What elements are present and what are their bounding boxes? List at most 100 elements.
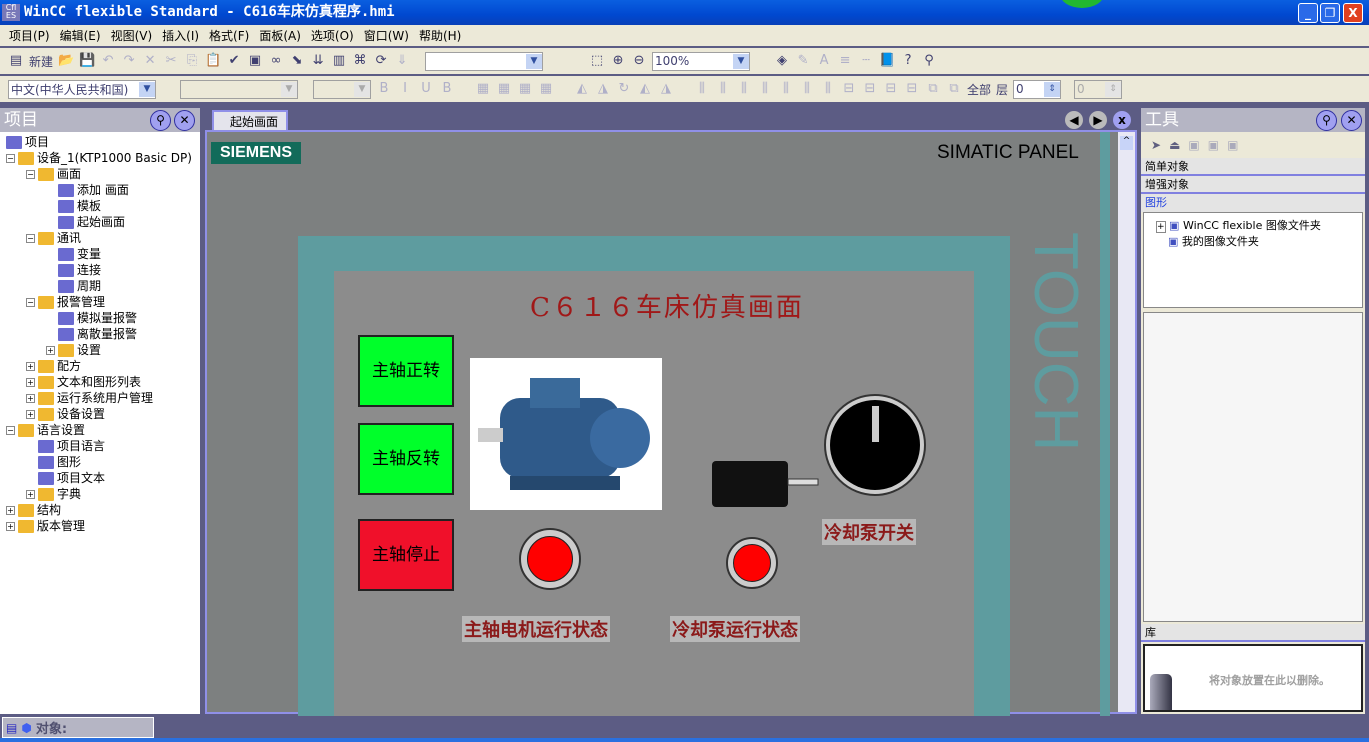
distribute-icon[interactable]: ⫼ xyxy=(715,81,731,97)
bold-icon[interactable]: B xyxy=(376,81,392,97)
zoom-in-icon[interactable]: ⊕ xyxy=(610,53,626,69)
pump-switch-knob[interactable] xyxy=(824,394,926,496)
redo-icon[interactable]: ↷ xyxy=(121,53,137,69)
font-size-select[interactable]: ▼ xyxy=(313,79,371,99)
expand-toggle-icon[interactable]: + xyxy=(26,409,35,419)
new-button[interactable]: 新建 xyxy=(29,53,53,70)
tree-item[interactable]: + 结构 xyxy=(0,502,200,518)
menu-help[interactable]: 帮助(H) xyxy=(414,27,466,44)
expand-toggle-icon[interactable]: − xyxy=(26,169,35,179)
context-help-icon[interactable]: ⚲ xyxy=(921,53,937,69)
all-layers-button[interactable]: 全部 xyxy=(967,81,991,98)
close-tab-icon[interactable]: x xyxy=(1113,111,1131,129)
language-select[interactable]: 中文(中华人民共和国) ▼ xyxy=(8,79,156,99)
distribute-icon[interactable]: ⫼ xyxy=(820,81,836,97)
tab-start-screen[interactable]: 起始画面 xyxy=(212,110,288,132)
layer-spinner-2[interactable]: 0 ⇕ xyxy=(1074,79,1123,99)
check-icon[interactable]: ✔ xyxy=(226,53,242,69)
strike-icon[interactable]: B xyxy=(439,81,455,97)
tree-item[interactable]: 项目语言 xyxy=(0,438,200,454)
layer-icon[interactable]: ⧉ xyxy=(946,81,962,97)
tree-item[interactable]: 离散量报警 xyxy=(0,326,200,342)
size-icon[interactable]: ⊟ xyxy=(862,81,878,97)
tree-item[interactable]: + 设置 xyxy=(0,342,200,358)
menu-window[interactable]: 窗口(W) xyxy=(359,27,414,44)
menu-insert[interactable]: 插入(I) xyxy=(157,27,204,44)
tree-item[interactable]: − 画面 xyxy=(0,166,200,182)
upload-icon[interactable]: ⏏ xyxy=(1169,138,1180,152)
menu-view[interactable]: 视图(V) xyxy=(106,27,158,44)
section-graphics[interactable]: 图形 xyxy=(1141,194,1365,212)
tree-item[interactable]: 图形 xyxy=(0,454,200,470)
restore-button[interactable]: ❐ xyxy=(1320,3,1340,23)
font-color-icon[interactable]: A xyxy=(816,53,832,69)
line-width-icon[interactable]: ≡ xyxy=(837,53,853,69)
tree-item[interactable]: 项目 xyxy=(0,134,200,150)
layer-label[interactable]: 层 xyxy=(996,81,1008,98)
underline-icon[interactable]: U xyxy=(418,81,434,97)
tree-item[interactable]: + 配方 xyxy=(0,358,200,374)
menu-options[interactable]: 选项(O) xyxy=(306,27,359,44)
zoom-out-icon[interactable]: ⊖ xyxy=(631,53,647,69)
delete-icon[interactable]: ✕ xyxy=(142,53,158,69)
tree-item[interactable]: + 文本和图形列表 xyxy=(0,374,200,390)
folder-item[interactable]: ▣ 我的图像文件夹 xyxy=(1144,233,1362,249)
open-icon[interactable]: 📂 xyxy=(58,53,74,69)
tree-item[interactable]: + 设备设置 xyxy=(0,406,200,422)
distribute-icon[interactable]: ⫼ xyxy=(736,81,752,97)
zoom-select[interactable]: 100% ▼ xyxy=(652,51,751,71)
rotate-icon[interactable]: ◭ xyxy=(574,81,590,97)
pointer-icon[interactable]: ➤ xyxy=(1151,138,1161,152)
close-panel-icon[interactable]: ✕ xyxy=(174,110,195,131)
expand-toggle-icon[interactable]: + xyxy=(26,489,35,499)
tree-item[interactable]: − 通讯 xyxy=(0,230,200,246)
zoom-area-icon[interactable]: ⬚ xyxy=(589,53,605,69)
section-simple-objects[interactable]: 简单对象 xyxy=(1141,158,1365,176)
tree-item[interactable]: − 语言设置 xyxy=(0,422,200,438)
tree-item[interactable]: − 报警管理 xyxy=(0,294,200,310)
device-icon[interactable]: ▥ xyxy=(331,53,347,69)
align-icon[interactable]: ▦ xyxy=(538,81,554,97)
distribute-icon[interactable]: ⫼ xyxy=(757,81,773,97)
rotate-icon[interactable]: ↻ xyxy=(616,81,632,97)
crossref-icon[interactable]: ⇓ xyxy=(394,53,410,69)
menu-format[interactable]: 格式(F) xyxy=(204,27,254,44)
menu-project[interactable]: 项目(P) xyxy=(4,27,55,44)
menu-edit[interactable]: 编辑(E) xyxy=(55,27,106,44)
size-icon[interactable]: ⊟ xyxy=(904,81,920,97)
undo-icon[interactable]: ↶ xyxy=(100,53,116,69)
tree-item[interactable]: 周期 xyxy=(0,278,200,294)
trash-area[interactable]: 将对象放置在此以删除。 xyxy=(1143,644,1363,712)
prev-tab-icon[interactable]: ◀ xyxy=(1065,111,1083,129)
line-color-icon[interactable]: ✎ xyxy=(795,53,811,69)
next-tab-icon[interactable]: ▶ xyxy=(1089,111,1107,129)
folder-item[interactable]: + ▣ WinCC flexible 图像文件夹 xyxy=(1144,217,1362,233)
find-icon[interactable]: ⌘ xyxy=(352,53,368,69)
new-folder-icon[interactable]: ▣ xyxy=(1188,138,1199,152)
layer-icon[interactable]: ⧉ xyxy=(925,81,941,97)
align-icon[interactable]: ▦ xyxy=(517,81,533,97)
tree-item[interactable]: 模拟量报警 xyxy=(0,310,200,326)
properties-icon[interactable]: ▤ xyxy=(6,721,17,735)
expand-toggle-icon[interactable]: + xyxy=(26,377,35,387)
tree-item[interactable]: 起始画面 xyxy=(0,214,200,230)
size-icon[interactable]: ⊟ xyxy=(841,81,857,97)
tree-item[interactable]: 模板 xyxy=(0,198,200,214)
distribute-icon[interactable]: ⫼ xyxy=(799,81,815,97)
flip-icon[interactable]: ◭ xyxy=(637,81,653,97)
tree-item[interactable]: 项目文本 xyxy=(0,470,200,486)
tree-item[interactable]: + 字典 xyxy=(0,486,200,502)
line-style-icon[interactable]: ┄ xyxy=(858,53,874,69)
pin-icon[interactable]: ⚲ xyxy=(150,110,171,131)
align-icon[interactable]: ▦ xyxy=(496,81,512,97)
section-library[interactable]: 库 xyxy=(1141,624,1365,642)
new-icon[interactable]: ▤ xyxy=(8,53,24,69)
minimize-button[interactable]: _ xyxy=(1298,3,1318,23)
close-panel-icon[interactable]: ✕ xyxy=(1341,110,1362,131)
spindle-reverse-button[interactable]: 主轴反转 xyxy=(358,423,454,495)
expand-toggle-icon[interactable]: − xyxy=(6,153,15,163)
layer-spinner[interactable]: 0 ⇕ xyxy=(1013,79,1062,99)
tree-item[interactable]: − 设备_1(KTP1000 Basic DP) xyxy=(0,150,200,166)
vertical-scrollbar[interactable]: ^ xyxy=(1118,132,1135,712)
expand-toggle-icon[interactable]: + xyxy=(26,393,35,403)
